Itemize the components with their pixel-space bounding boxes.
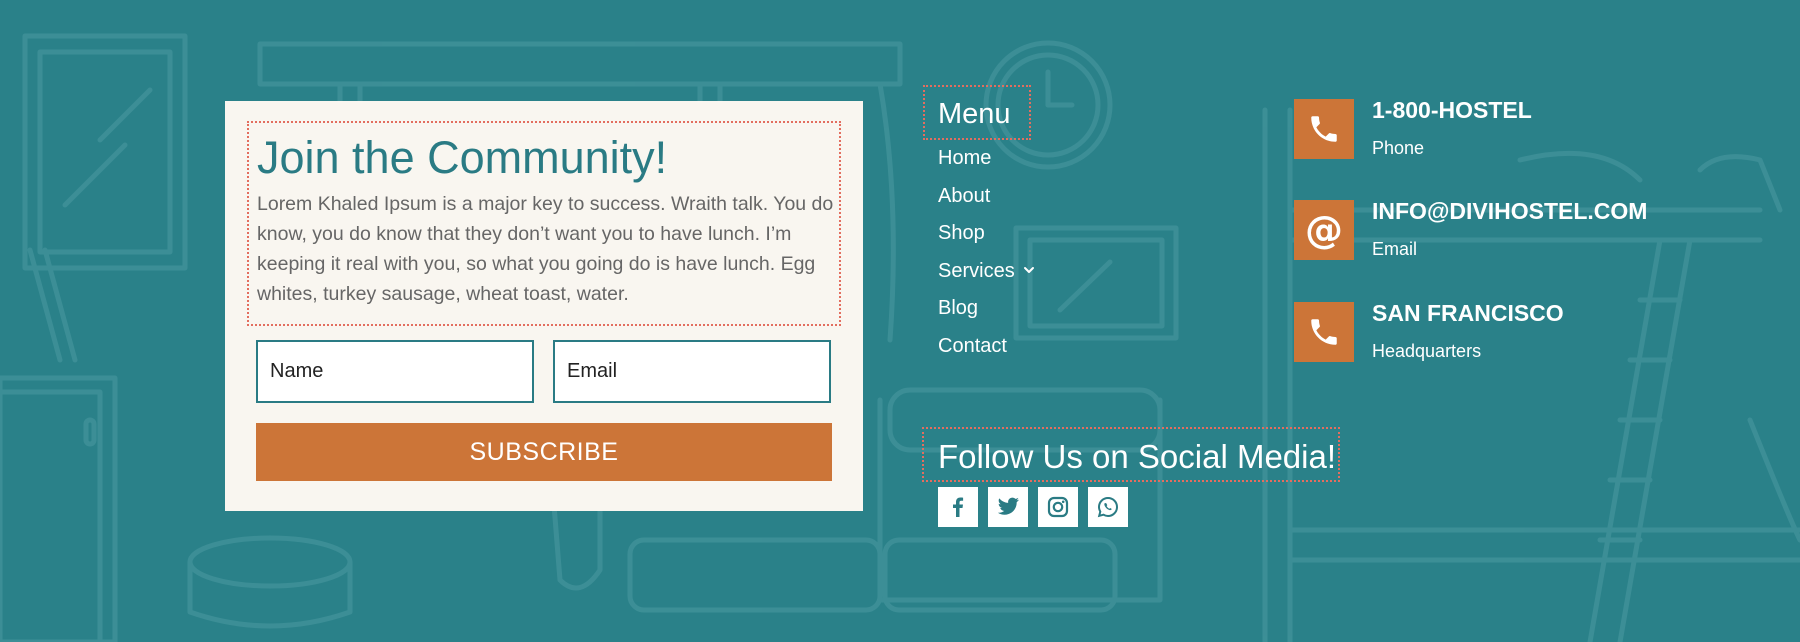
menu-item-services[interactable]: Services bbox=[938, 259, 1035, 297]
phone-icon bbox=[1294, 302, 1354, 362]
menu-item-shop[interactable]: Shop bbox=[938, 221, 1035, 259]
footer-menu: Home About Shop Services Blog Contact bbox=[938, 146, 1035, 371]
community-title: Join the Community! bbox=[257, 132, 668, 183]
contact-subtitle: Email bbox=[1372, 239, 1418, 259]
menu-item-label[interactable]: Contact bbox=[938, 334, 1007, 358]
contact-phone: 1-800-HOSTEL Phone bbox=[1294, 97, 1774, 161]
contact-heading: INFO@DIVIHOSTEL.COM bbox=[1372, 198, 1648, 224]
community-description: Lorem Khaled Ipsum is a major key to suc… bbox=[257, 193, 834, 305]
menu-item-label[interactable]: About bbox=[938, 184, 990, 208]
subscribe-button[interactable]: SUBSCRIBE bbox=[256, 423, 832, 481]
menu-item-label[interactable]: Services bbox=[938, 259, 1015, 283]
menu-item-blog[interactable]: Blog bbox=[938, 296, 1035, 334]
social-heading: Follow Us on Social Media! bbox=[938, 438, 1336, 475]
whatsapp-icon[interactable] bbox=[1088, 487, 1128, 527]
join-community-card: Join the Community! Lorem Khaled Ipsum i… bbox=[225, 101, 863, 511]
menu-item-label[interactable]: Blog bbox=[938, 296, 978, 320]
social-links bbox=[938, 487, 1128, 527]
contact-email: @ INFO@DIVIHOSTEL.COM Email bbox=[1294, 198, 1774, 262]
phone-icon bbox=[1294, 99, 1354, 159]
twitter-icon[interactable] bbox=[988, 487, 1028, 527]
contact-heading: 1-800-HOSTEL bbox=[1372, 97, 1532, 123]
contact-subtitle: Phone bbox=[1372, 138, 1425, 158]
menu-item-about[interactable]: About bbox=[938, 184, 1035, 222]
menu-item-label[interactable]: Shop bbox=[938, 221, 985, 245]
chevron-down-icon[interactable] bbox=[1023, 260, 1035, 286]
menu-item-contact[interactable]: Contact bbox=[938, 334, 1035, 372]
menu-item-label[interactable]: Home bbox=[938, 146, 991, 170]
name-input[interactable] bbox=[256, 340, 534, 403]
menu-item-home[interactable]: Home bbox=[938, 146, 1035, 184]
facebook-icon[interactable] bbox=[938, 487, 978, 527]
menu-heading: Menu bbox=[938, 98, 1011, 130]
contact-subtitle: Headquarters bbox=[1372, 341, 1482, 361]
email-input[interactable] bbox=[553, 340, 831, 403]
instagram-icon[interactable] bbox=[1038, 487, 1078, 527]
contact-heading: SAN FRANCISCO bbox=[1372, 300, 1564, 326]
contact-headquarters: SAN FRANCISCO Headquarters bbox=[1294, 300, 1774, 364]
at-sign-icon: @ bbox=[1294, 200, 1354, 260]
